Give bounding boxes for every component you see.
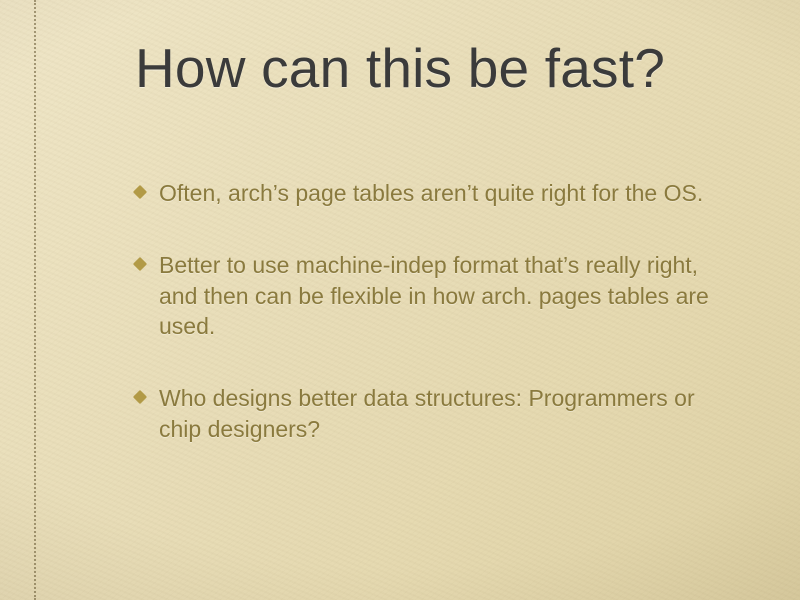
slide-title: How can this be fast? — [0, 36, 800, 100]
bullet-list: Often, arch’s page tables aren’t quite r… — [135, 178, 720, 486]
slide: How can this be fast? Often, arch’s page… — [0, 0, 800, 600]
bullet-item: Who designs better data structures: Prog… — [135, 383, 720, 444]
bullet-item: Often, arch’s page tables aren’t quite r… — [135, 178, 720, 208]
bullet-item: Better to use machine-indep format that’… — [135, 250, 720, 341]
